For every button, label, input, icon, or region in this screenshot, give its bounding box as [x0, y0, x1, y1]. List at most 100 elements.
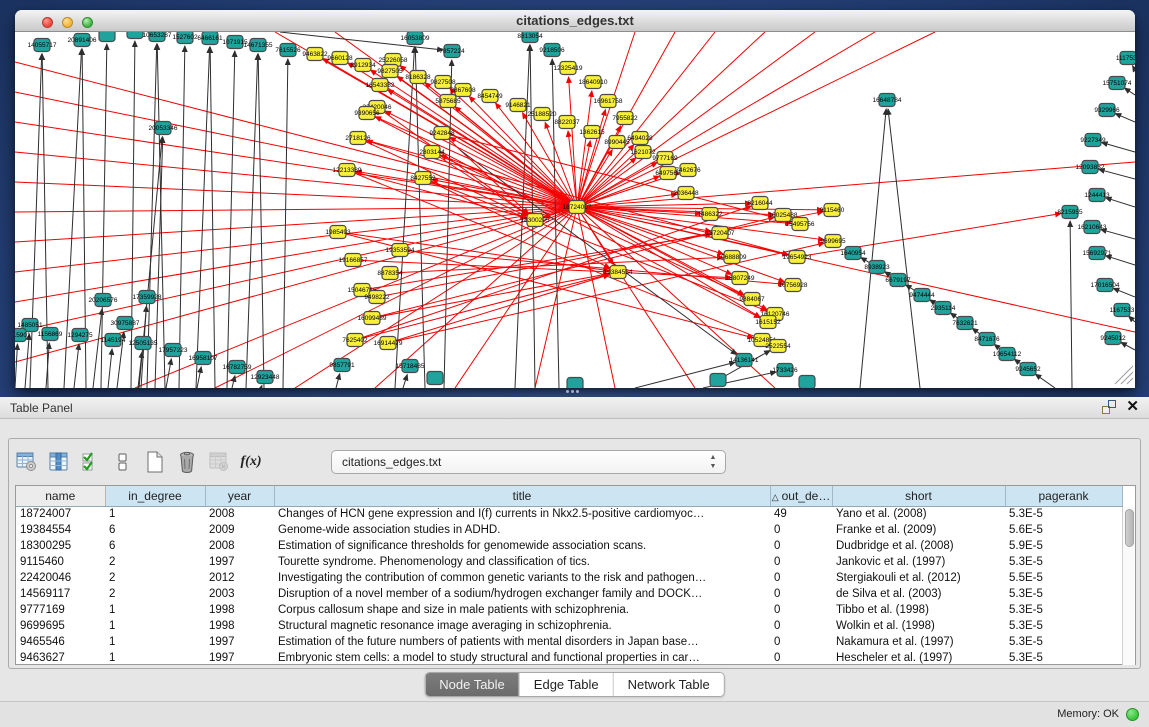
graph-node[interactable]: 14055717: [28, 39, 57, 52]
column-header-name[interactable]: name: [16, 486, 105, 506]
create-new-table-icon[interactable]: [143, 449, 167, 475]
table-cell[interactable]: 0: [770, 650, 832, 666]
graph-node[interactable]: 7625402: [342, 334, 368, 347]
table-cell[interactable]: 5.3E-5: [1005, 506, 1122, 522]
select-all-rows-icon[interactable]: [79, 449, 103, 475]
graph-node[interactable]: 8938923: [864, 261, 890, 274]
graph-node[interactable]: 8822037: [554, 116, 580, 129]
table-row[interactable]: 946362711997Embryonic stem cells: a mode…: [16, 650, 1122, 666]
table-cell[interactable]: 5.3E-5: [1005, 586, 1122, 602]
graph-node[interactable]: 20206576: [89, 294, 118, 307]
table-cell[interactable]: 1: [105, 506, 205, 522]
graph-node[interactable]: 8454749: [477, 90, 503, 103]
graph-node[interactable]: 8215955: [1057, 206, 1083, 219]
graph-node[interactable]: 12093832: [1076, 161, 1105, 174]
table-cell[interactable]: 5.9E-5: [1005, 538, 1122, 554]
table-cell[interactable]: Disruption of a novel member of a sodium…: [274, 586, 770, 602]
graph-node[interactable]: 1117534: [1116, 52, 1135, 65]
table-cell[interactable]: 1997: [205, 554, 274, 570]
graph-node[interactable]: 1486322: [697, 208, 723, 221]
graph-node[interactable]: [99, 32, 115, 42]
graph-node[interactable]: 8878354: [377, 267, 403, 280]
graph-node[interactable]: 16210643: [1078, 221, 1107, 234]
table-cell[interactable]: Embryonic stem cells: a model to study s…: [274, 650, 770, 666]
table-cell[interactable]: Hescheler et al. (1997): [832, 650, 1005, 666]
table-cell[interactable]: 0: [770, 570, 832, 586]
column-header-in_degree[interactable]: in_degree: [105, 486, 205, 506]
table-cell[interactable]: 2: [105, 554, 205, 570]
graph-node[interactable]: 8471676: [974, 333, 1000, 346]
table-scrollbar[interactable]: [1122, 507, 1135, 665]
table-cell[interactable]: 5.3E-5: [1005, 618, 1122, 634]
function-builder-icon[interactable]: f(x): [239, 449, 263, 475]
graph-node[interactable]: 14136141: [730, 354, 759, 367]
table-cell[interactable]: 6: [105, 522, 205, 538]
table-cell[interactable]: 0: [770, 586, 832, 602]
graph-node[interactable]: 12923448: [251, 371, 280, 384]
graph-node[interactable]: 7857224: [439, 45, 465, 58]
graph-node[interactable]: 20053346: [149, 122, 178, 135]
graph-node[interactable]: 9474444: [909, 289, 935, 302]
graph-node[interactable]: 15751074: [1103, 77, 1132, 90]
table-row[interactable]: 1456911722003Disruption of a novel membe…: [16, 586, 1122, 602]
table-cell[interactable]: 2: [105, 586, 205, 602]
table-cell[interactable]: Tourette syndrome. Phenomenology and cla…: [274, 554, 770, 570]
graph-node[interactable]: [127, 32, 143, 39]
graph-node[interactable]: 9218506: [539, 44, 565, 57]
graph-node[interactable]: 19654923: [783, 251, 812, 264]
graph-node[interactable]: [799, 376, 815, 389]
graph-node[interactable]: 12325419: [554, 62, 583, 75]
table-row[interactable]: 1872400712008Changes of HCN gene express…: [16, 506, 1122, 522]
tab-node-table[interactable]: Node Table: [425, 673, 519, 696]
graph-node[interactable]: 17957223: [159, 344, 188, 357]
graph-node[interactable]: 16961758: [594, 95, 623, 108]
graph-node[interactable]: 16958107: [189, 352, 218, 365]
graph-node[interactable]: 1167533: [1110, 304, 1135, 317]
table-cell[interactable]: 18300295: [16, 538, 105, 554]
column-header-pagerank[interactable]: pagerank: [1005, 486, 1122, 506]
graph-node[interactable]: 18640910: [579, 76, 608, 89]
table-cell[interactable]: 9115460: [16, 554, 105, 570]
graph-node[interactable]: 14671355: [244, 39, 273, 52]
tab-network-table[interactable]: Network Table: [613, 673, 724, 696]
table-row[interactable]: 946554611997Estimation of the future num…: [16, 634, 1122, 650]
graph-node[interactable]: 9227349: [1080, 134, 1106, 147]
table-cell[interactable]: 6: [105, 538, 205, 554]
table-cell[interactable]: 1: [105, 602, 205, 618]
table-settings-icon[interactable]: [15, 449, 39, 475]
graph-node[interactable]: 1294275: [67, 329, 93, 342]
table-cell[interactable]: 1: [105, 650, 205, 666]
table-cell[interactable]: 1997: [205, 634, 274, 650]
graph-node[interactable]: 1156869: [38, 328, 63, 341]
table-cell[interactable]: 9463627: [16, 650, 105, 666]
table-cell[interactable]: Jankovic et al. (1997): [832, 554, 1005, 570]
table-cell[interactable]: 0: [770, 634, 832, 650]
graph-node[interactable]: 20891406: [68, 34, 97, 47]
table-cell[interactable]: 2: [105, 570, 205, 586]
show-hide-columns-icon[interactable]: [47, 449, 71, 475]
table-cell[interactable]: 2012: [205, 570, 274, 586]
table-cell[interactable]: 0: [770, 538, 832, 554]
graph-node[interactable]: 9245652: [1015, 363, 1041, 376]
column-header-short[interactable]: short: [832, 486, 1005, 506]
memory-ok-indicator[interactable]: [1126, 708, 1139, 721]
graph-node[interactable]: 8912934: [350, 59, 376, 72]
table-cell[interactable]: Corpus callosum shape and size in male p…: [274, 602, 770, 618]
graph-node[interactable]: 1640954: [840, 247, 866, 260]
graph-node[interactable]: 7615526: [275, 44, 301, 57]
table-cell[interactable]: Investigating the contribution of common…: [274, 570, 770, 586]
graph-node[interactable]: [710, 374, 726, 387]
column-header-year[interactable]: year: [205, 486, 274, 506]
table-cell[interactable]: 9699695: [16, 618, 105, 634]
graph-node[interactable]: 7955822: [612, 112, 638, 125]
table-cell[interactable]: 9777169: [16, 602, 105, 618]
float-panel-icon[interactable]: [1102, 400, 1116, 414]
graph-node[interactable]: 2935114: [931, 302, 956, 315]
table-cell[interactable]: 19384554: [16, 522, 105, 538]
table-cell[interactable]: Franke et al. (2009): [832, 522, 1005, 538]
table-cell[interactable]: Tibbo et al. (1998): [832, 602, 1005, 618]
table-row[interactable]: 2242004622012Investigating the contribut…: [16, 570, 1122, 586]
table-cell[interactable]: 0: [770, 618, 832, 634]
network-window-titlebar[interactable]: citations_edges.txt: [15, 10, 1135, 32]
table-cell[interactable]: Yano et al. (2008): [832, 506, 1005, 522]
